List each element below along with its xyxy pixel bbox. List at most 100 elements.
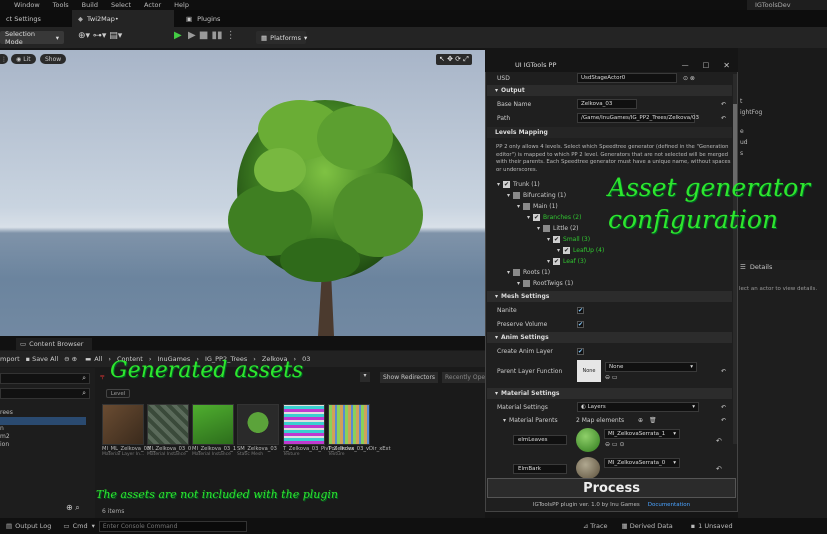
chevron-down-icon[interactable]: ▾ (547, 236, 550, 243)
asset-thumbnail[interactable] (283, 404, 325, 445)
tree-node[interactable]: ▾ Roots (1) (497, 267, 733, 278)
elm-bark-key[interactable]: ElmBark (513, 464, 567, 474)
derived-data-button[interactable]: Derived Data (630, 522, 673, 530)
usd-stage-field[interactable]: UsdStageActor0 (577, 73, 677, 83)
reset-icon[interactable]: ↶ (721, 101, 726, 108)
folder-item[interactable]: m2 (0, 433, 86, 441)
section-anim-settings[interactable]: ▾ Anim Settings (487, 332, 732, 343)
save-all-button[interactable]: Save All (32, 355, 58, 363)
close-icon[interactable]: ✕ (723, 61, 730, 70)
reset-icon[interactable]: ↶ (716, 465, 722, 473)
import-button[interactable]: mport (0, 355, 20, 363)
content-browser-tab[interactable]: ▭ Content Browser (16, 338, 92, 350)
outliner-item[interactable]: t (740, 96, 762, 107)
menu-help[interactable]: Help (174, 1, 189, 9)
folder-item[interactable]: n (0, 425, 86, 433)
tree-node[interactable]: ▾ ✔ Leaf (3) (497, 256, 733, 267)
recently-opened-button[interactable]: Recently Ope (442, 372, 485, 383)
tab-level[interactable]: ◆ Twi2Map• (72, 10, 174, 27)
reset-icon[interactable]: ↶ (716, 437, 722, 445)
create-anim-layer-checkbox[interactable]: ✔ (577, 347, 584, 355)
tree-node[interactable]: ▾ ✔ LeafUp (4) (497, 245, 733, 256)
chevron-down-icon[interactable]: ▾ (507, 192, 510, 199)
menu-build[interactable]: Build (82, 1, 98, 9)
elm-leaves-key[interactable]: elmLeaves (513, 435, 567, 445)
minimize-icon[interactable]: — (682, 61, 689, 69)
collections-search-input[interactable]: ⌕ (0, 388, 90, 399)
play-icon[interactable]: ▶ (174, 30, 182, 41)
outliner-item[interactable]: s (740, 148, 762, 159)
chevron-down-icon[interactable]: ▾ (497, 181, 500, 188)
reset-icon[interactable]: ↶ (721, 404, 726, 411)
nanite-checkbox[interactable]: ✔ (577, 306, 584, 314)
folder-search-input[interactable]: ⌕ (0, 373, 90, 384)
section-output[interactable]: ▾ Output (487, 85, 732, 96)
chevron-down-icon[interactable]: ▾ (360, 372, 370, 382)
asset-thumbnail[interactable] (192, 404, 234, 445)
checkbox-checked[interactable]: ✔ (563, 247, 571, 254)
playback-controls-icon[interactable]: ▶ ■ ▮▮ ⋮ (188, 30, 236, 41)
path-input[interactable]: /Game/InuGames/IG_PP2_Trees/Zelkova/03 (577, 113, 699, 123)
reset-icon[interactable]: ↶ (721, 417, 726, 424)
outliner-item[interactable]: e (740, 126, 762, 137)
menu-actor[interactable]: Actor (144, 1, 161, 9)
asset-thumbnail[interactable]: None (577, 360, 601, 382)
outliner-item[interactable]: ightFog (740, 107, 762, 118)
section-mesh-settings[interactable]: ▾ Mesh Settings (487, 291, 732, 302)
history-icon[interactable]: ⊖ ⊕ (64, 355, 77, 363)
tab-project-settings[interactable]: ct Settings (0, 10, 70, 27)
folder-item[interactable] (0, 417, 86, 425)
selection-mode-dropdown[interactable]: Selection Mode ▾ (0, 30, 64, 46)
material-sphere-thumbnail[interactable] (576, 457, 600, 479)
checkbox-checked[interactable]: ✔ (503, 181, 511, 188)
add-collection-icon[interactable]: ⊕ ⌕ (66, 503, 80, 513)
reset-icon[interactable]: ↶ (721, 115, 726, 122)
elm-bark-material-dropdown[interactable]: MI_ZelkovaSerrata_0 ▾ (604, 458, 680, 468)
console-command-input[interactable] (98, 520, 247, 532)
material-settings-dropdown[interactable]: ◐ Layers ▾ (577, 402, 699, 412)
cmd-dropdown[interactable]: Cmd (73, 522, 88, 530)
section-levels-mapping[interactable]: Levels Mapping (487, 127, 732, 138)
checkbox-checked[interactable]: ✔ (533, 214, 541, 221)
elm-leaves-material-dropdown[interactable]: MI_ZelkovaSerrata_1 ▾ (604, 429, 680, 439)
chevron-down-icon[interactable]: ▾ (517, 203, 520, 210)
checkbox[interactable] (513, 192, 521, 199)
parent-layer-function-dropdown[interactable]: None ▾ (605, 361, 697, 372)
unsaved-button[interactable]: 1 Unsaved (698, 522, 732, 530)
show-redirectors-button[interactable]: Show Redirectors (380, 372, 438, 383)
checkbox[interactable] (523, 280, 531, 287)
material-sphere-thumbnail[interactable] (576, 428, 600, 452)
usd-tools-icon[interactable]: ⊙ ⊗ (683, 75, 695, 82)
plugin-scrollbar[interactable] (733, 74, 737, 444)
level-viewport[interactable] (0, 50, 485, 336)
chevron-down-icon[interactable]: ▾ (517, 280, 520, 287)
section-material-settings[interactable]: ▾ Material Settings (487, 388, 732, 399)
outliner-item[interactable]: ud (740, 137, 762, 148)
checkbox[interactable] (543, 225, 551, 232)
asset-thumbnail[interactable] (328, 404, 370, 445)
checkbox-checked[interactable]: ✔ (553, 258, 561, 265)
folder-item[interactable]: ion (0, 441, 86, 449)
trace-button[interactable]: Trace (590, 522, 607, 530)
checkbox[interactable] (513, 269, 521, 276)
platforms-dropdown[interactable]: ▦ Platforms ▾ (256, 31, 307, 44)
maximize-icon[interactable]: □ (703, 61, 710, 69)
asset-thumbnail[interactable] (237, 404, 279, 445)
output-log-button[interactable]: Output Log (15, 522, 51, 530)
breadcrumb-item[interactable]: All (94, 355, 102, 363)
documentation-link[interactable]: Documentation (648, 502, 690, 508)
filter-icon[interactable]: ⫧ (100, 372, 105, 382)
preserve-volume-checkbox[interactable]: ✔ (577, 320, 584, 328)
base-name-input[interactable]: Zelkova_03 (577, 99, 637, 109)
details-tab[interactable]: ☰ Details (740, 261, 772, 273)
chevron-down-icon[interactable]: ▾ (557, 247, 560, 254)
chevron-down-icon[interactable]: ▾ (537, 225, 540, 232)
asset-thumbnail[interactable] (147, 404, 189, 445)
chevron-down-icon[interactable]: ▾ (547, 258, 550, 265)
process-button[interactable]: Process (487, 478, 736, 498)
transform-tools-icon[interactable]: ↖ ✥ ⟳ ⤢ (436, 54, 472, 65)
level-filter-chip[interactable]: Level (106, 389, 130, 398)
breadcrumb-item[interactable]: 03 (302, 355, 310, 363)
add-actor-icon[interactable]: ⊕▾ ⊶▾ ▤▾ (78, 31, 122, 41)
asset-actions-icon[interactable]: ⊖ ▭ ⊙ (605, 441, 625, 448)
